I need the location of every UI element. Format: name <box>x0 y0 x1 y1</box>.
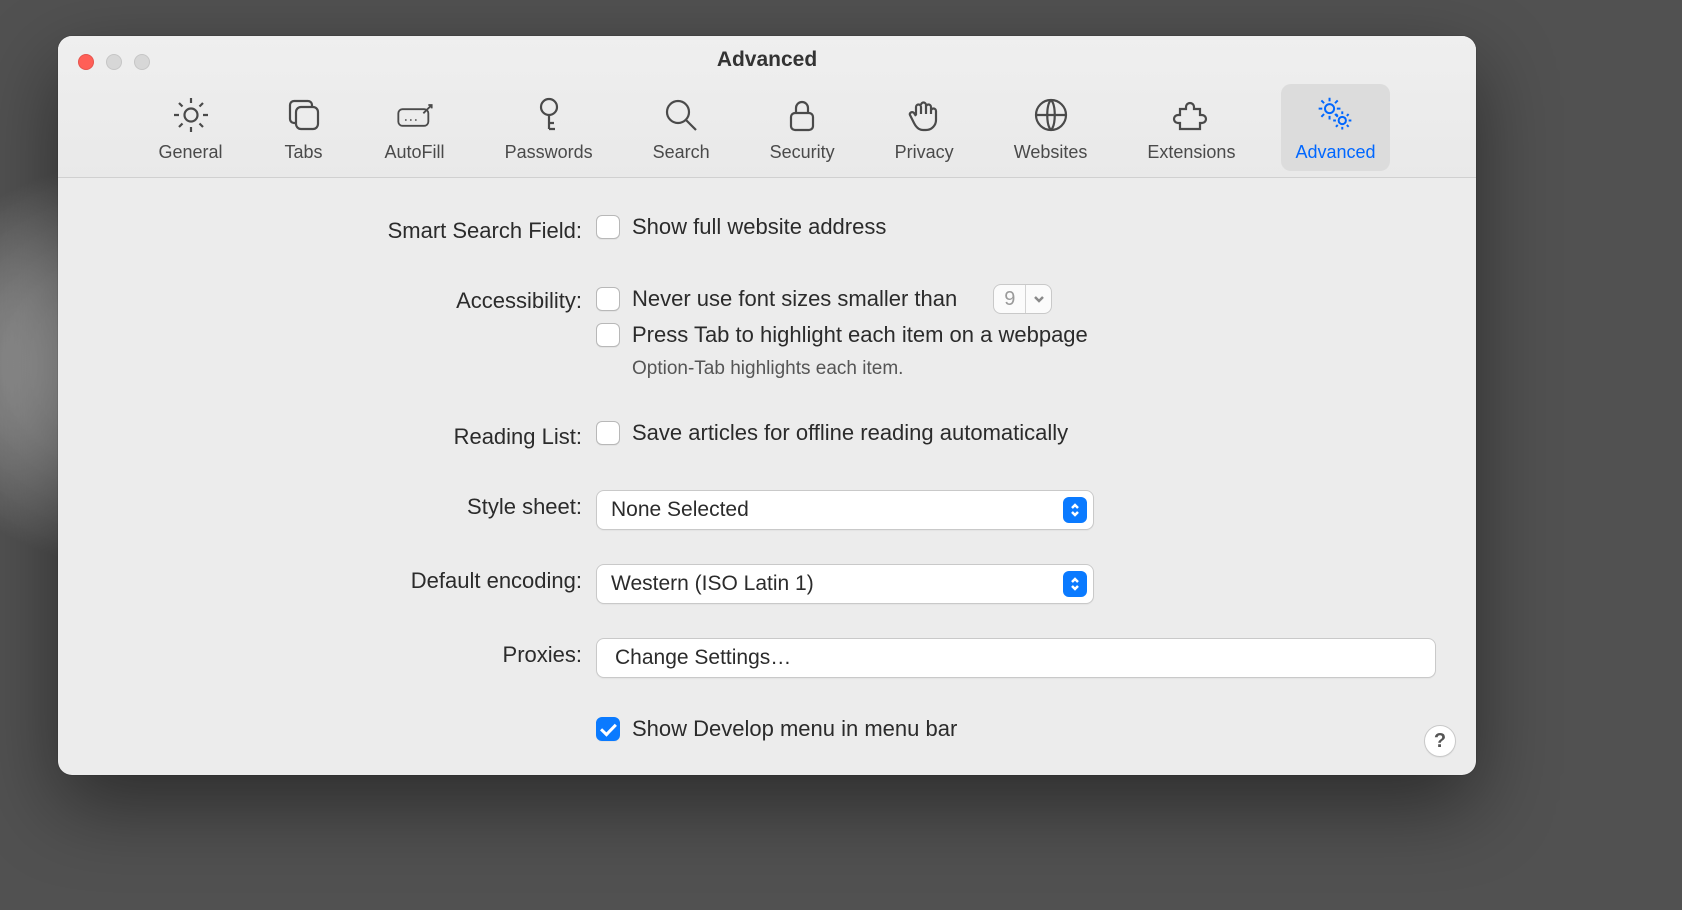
default-encoding-label: Default encoding: <box>98 564 596 594</box>
tab-label: Search <box>653 142 710 163</box>
proxies-label: Proxies: <box>98 638 596 668</box>
globe-icon <box>1030 94 1072 136</box>
gear-icon <box>170 94 212 136</box>
hand-icon <box>903 94 945 136</box>
tab-advanced[interactable]: Advanced <box>1281 84 1389 171</box>
help-button[interactable]: ? <box>1424 725 1456 757</box>
gears-icon <box>1314 94 1356 136</box>
updown-icon <box>1063 497 1087 523</box>
tab-extensions[interactable]: Extensions <box>1133 84 1249 171</box>
tab-label: Security <box>770 142 835 163</box>
change-settings-button[interactable]: Change Settings… <box>596 638 1436 678</box>
show-develop-label: Show Develop menu in menu bar <box>632 716 957 742</box>
tab-label: Privacy <box>895 142 954 163</box>
show-develop-checkbox[interactable] <box>596 717 620 741</box>
default-encoding-popup[interactable]: Western (ISO Latin 1) <box>596 564 1094 604</box>
titlebar: Advanced General Tabs AutoF <box>58 36 1476 178</box>
updown-icon <box>1063 571 1087 597</box>
tabs-icon <box>283 94 325 136</box>
tab-general[interactable]: General <box>144 84 236 171</box>
chevron-down-icon[interactable] <box>1025 285 1051 313</box>
autofill-icon <box>394 94 436 136</box>
puzzle-icon <box>1170 94 1212 136</box>
tab-privacy[interactable]: Privacy <box>881 84 968 171</box>
min-font-stepper[interactable]: 9 <box>993 284 1052 314</box>
accessibility-label: Accessibility: <box>98 284 596 314</box>
tab-passwords[interactable]: Passwords <box>491 84 607 171</box>
window-title: Advanced <box>58 48 1476 72</box>
key-icon <box>528 94 570 136</box>
pref-toolbar: General Tabs AutoFill Pass <box>58 84 1476 171</box>
style-sheet-label: Style sheet: <box>98 490 596 520</box>
preferences-window: Advanced General Tabs AutoF <box>58 36 1476 775</box>
tab-label: Extensions <box>1147 142 1235 163</box>
advanced-pane: Smart Search Field: Show full website ad… <box>58 178 1476 775</box>
tab-security[interactable]: Security <box>756 84 849 171</box>
style-sheet-value: None Selected <box>611 498 749 522</box>
reading-list-label: Reading List: <box>98 420 596 450</box>
tab-label: General <box>158 142 222 163</box>
help-label: ? <box>1434 730 1446 753</box>
min-font-value: 9 <box>994 288 1025 311</box>
change-settings-label: Change Settings… <box>615 646 791 670</box>
tab-label: Tabs <box>285 142 323 163</box>
min-font-checkbox[interactable] <box>596 287 620 311</box>
default-encoding-value: Western (ISO Latin 1) <box>611 572 814 596</box>
min-font-label: Never use font sizes smaller than <box>632 286 957 312</box>
tab-label: Advanced <box>1295 142 1375 163</box>
save-offline-checkbox[interactable] <box>596 421 620 445</box>
search-icon <box>660 94 702 136</box>
lock-icon <box>781 94 823 136</box>
press-tab-checkbox[interactable] <box>596 323 620 347</box>
tab-label: AutoFill <box>385 142 445 163</box>
tab-tabs[interactable]: Tabs <box>269 84 339 171</box>
smart-search-label: Smart Search Field: <box>98 214 596 244</box>
show-full-address-checkbox[interactable] <box>596 215 620 239</box>
tab-label: Passwords <box>505 142 593 163</box>
save-offline-label: Save articles for offline reading automa… <box>632 420 1068 446</box>
show-full-address-label: Show full website address <box>632 214 886 240</box>
tab-label: Websites <box>1014 142 1088 163</box>
tab-autofill[interactable]: AutoFill <box>371 84 459 171</box>
press-tab-label: Press Tab to highlight each item on a we… <box>632 322 1088 348</box>
tab-search[interactable]: Search <box>639 84 724 171</box>
press-tab-hint: Option-Tab highlights each item. <box>596 358 1436 380</box>
style-sheet-popup[interactable]: None Selected <box>596 490 1094 530</box>
tab-websites[interactable]: Websites <box>1000 84 1102 171</box>
